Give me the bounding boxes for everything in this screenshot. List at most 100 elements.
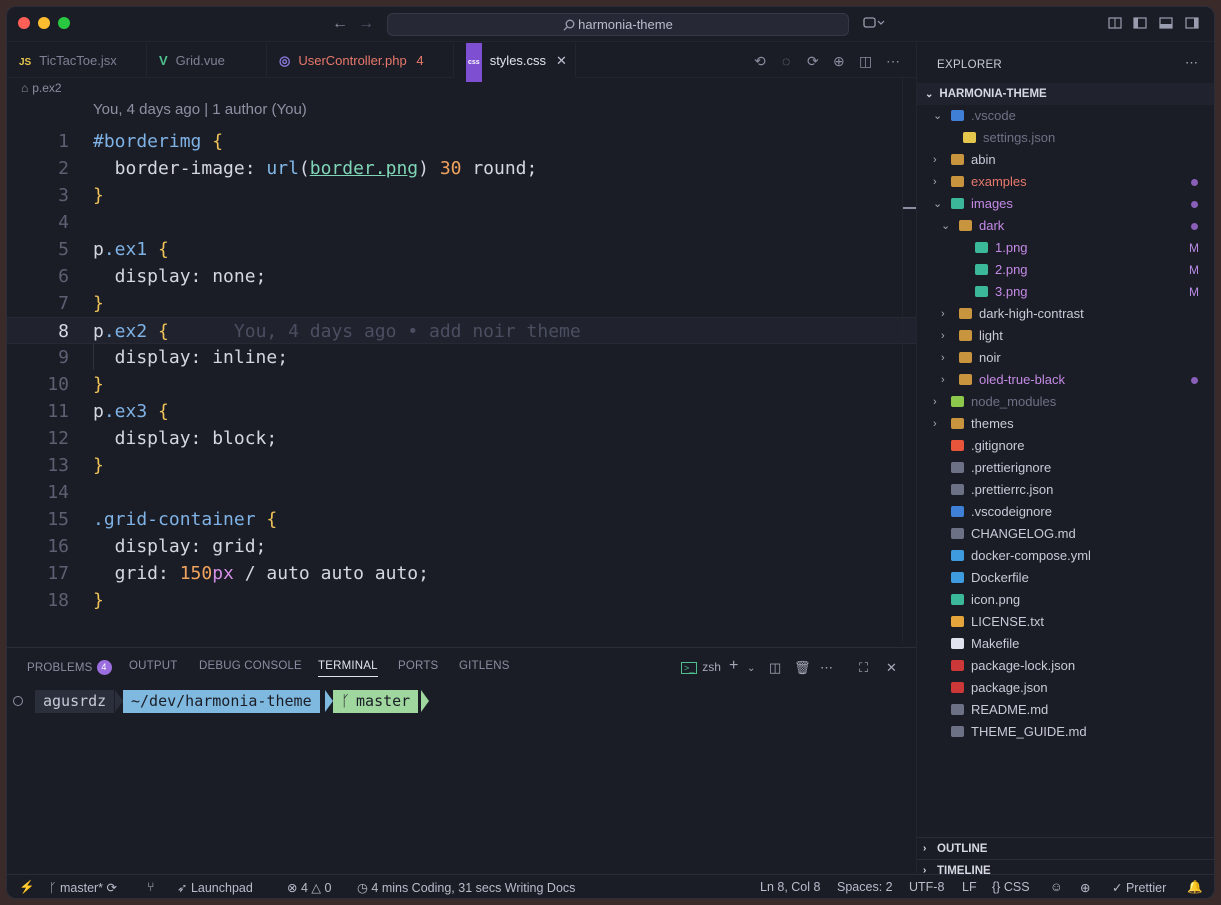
notifications-bell-icon[interactable]: 🔔 — [1187, 880, 1203, 895]
chevron-down-icon[interactable]: ⌄ — [933, 105, 942, 127]
more-actions-icon[interactable]: ⋯ — [886, 53, 900, 70]
tree-item[interactable]: .prettierignore — [917, 457, 1214, 479]
tree-item[interactable]: LICENSE.txt — [917, 611, 1214, 633]
tab-styles-css[interactable]: css styles.css ✕ — [454, 43, 576, 82]
close-panel-icon[interactable]: ✕ — [886, 660, 897, 676]
copilot-status-icon[interactable]: ☺ — [1050, 880, 1063, 894]
tab-output[interactable]: OUTPUT — [129, 660, 177, 672]
forward-arrow-icon[interactable]: → — [358, 15, 374, 33]
tree-item[interactable]: icon.png — [917, 589, 1214, 611]
tree-item[interactable]: › abin — [917, 149, 1214, 171]
previous-change-icon[interactable]: ◌ — [782, 53, 790, 69]
maximize-window-button[interactable] — [58, 17, 70, 29]
trash-icon[interactable]: 🗑 — [794, 660, 811, 676]
branch-status[interactable]: ᚴ master* ⟳ — [49, 880, 117, 895]
tree-item[interactable]: ⌄ .vscode — [917, 105, 1214, 127]
terminal-shell-selector[interactable]: >_ zsh — [681, 660, 721, 674]
split-editor-icon[interactable]: ◫ — [859, 53, 872, 70]
new-terminal-icon[interactable]: + — [729, 657, 738, 675]
tab-debug-console[interactable]: DEBUG CONSOLE — [199, 660, 302, 672]
tree-item[interactable]: ⌄ dark — [917, 215, 1214, 237]
workspace-root[interactable]: ⌄ HARMONIA-THEME — [917, 83, 1214, 105]
chevron-right-icon[interactable]: › — [933, 171, 937, 193]
tree-item[interactable]: 1.png M — [917, 237, 1214, 259]
tree-item[interactable]: .gitignore — [917, 435, 1214, 457]
chevron-right-icon[interactable]: › — [941, 303, 945, 325]
more-actions-icon[interactable]: ⋯ — [820, 660, 833, 676]
tree-item[interactable]: CHANGELOG.md — [917, 523, 1214, 545]
copilot-icon[interactable] — [863, 16, 885, 33]
tree-item[interactable]: › themes — [917, 413, 1214, 435]
chevron-right-icon[interactable]: › — [933, 391, 937, 413]
tab-grid-vue[interactable]: V Grid.vue — [147, 43, 267, 78]
tree-item[interactable]: › node_modules — [917, 391, 1214, 413]
tree-item[interactable]: docker-compose.yml — [917, 545, 1214, 567]
more-actions-icon[interactable]: ⋯ — [1185, 55, 1198, 71]
tree-item[interactable]: › examples — [917, 171, 1214, 193]
tree-item[interactable]: THEME_GUIDE.md — [917, 721, 1214, 743]
chevron-right-icon[interactable]: › — [941, 325, 945, 347]
outline-section[interactable]: › OUTLINE — [917, 837, 1214, 859]
prettier-status[interactable]: ✓ Prettier — [1112, 880, 1166, 895]
close-icon[interactable]: ✕ — [556, 53, 567, 68]
blame-header[interactable]: You, 4 days ago | 1 author (You) — [93, 101, 307, 118]
maximize-panel-icon[interactable]: ⛶ — [859, 660, 868, 676]
license-icon — [951, 616, 964, 627]
tree-item[interactable]: › oled-true-black — [917, 369, 1214, 391]
tab-terminal[interactable]: TERMINAL — [318, 660, 378, 677]
split-terminal-icon[interactable]: ◫ — [769, 660, 781, 676]
indentation-status[interactable]: Spaces: 2 — [837, 880, 893, 894]
tree-item[interactable]: 2.png M — [917, 259, 1214, 281]
tree-item[interactable]: .vscodeignore — [917, 501, 1214, 523]
breadcrumb[interactable]: ⌂ p.ex2 — [21, 81, 62, 95]
chevron-down-icon[interactable]: ⌄ — [933, 193, 942, 215]
next-change-icon[interactable]: ⟳ — [807, 53, 819, 70]
command-center-search[interactable]: harmonia-theme — [387, 13, 849, 36]
tab-gitlens[interactable]: GITLENS — [459, 660, 510, 672]
tree-item[interactable]: › dark-high-contrast — [917, 303, 1214, 325]
wakatime-status[interactable]: ◷ 4 mins Coding, 31 secs Writing Docs — [357, 880, 575, 895]
toggle-panel-icon[interactable] — [1159, 16, 1173, 33]
tree-item[interactable]: › light — [917, 325, 1214, 347]
tree-item[interactable]: settings.json — [917, 127, 1214, 149]
close-window-button[interactable] — [18, 17, 30, 29]
language-mode[interactable]: {} CSS — [992, 880, 1030, 894]
cursor-position[interactable]: Ln 8, Col 8 — [760, 880, 820, 894]
chevron-right-icon[interactable]: › — [941, 347, 945, 369]
remote-icon[interactable]: ⚡ — [19, 880, 35, 895]
tree-item[interactable]: Dockerfile — [917, 567, 1214, 589]
problems-status[interactable]: ⊗ 4 △ 0 — [287, 880, 331, 895]
tab-ports[interactable]: PORTS — [398, 660, 438, 672]
encoding-status[interactable]: UTF-8 — [909, 880, 944, 894]
launchpad-item[interactable]: ➶ Launchpad — [177, 880, 253, 895]
tree-item[interactable]: Makefile — [917, 633, 1214, 655]
gitlens-compare-icon[interactable]: ⟲ — [754, 53, 766, 70]
chevron-right-icon[interactable]: › — [941, 369, 945, 391]
tab-usercontroller[interactable]: ◎ UserController.php 4 — [267, 43, 454, 78]
chevron-down-icon[interactable]: ⌄ — [747, 663, 755, 674]
gitlens-icon[interactable]: ⑂ — [147, 880, 155, 894]
tree-item[interactable]: 3.png M — [917, 281, 1214, 303]
chevron-right-icon[interactable]: › — [933, 149, 937, 171]
customize-layout-icon[interactable] — [1108, 16, 1122, 33]
minimize-window-button[interactable] — [38, 17, 50, 29]
tree-item[interactable]: ⌄ images — [917, 193, 1214, 215]
toggle-secondary-sidebar-icon[interactable] — [1185, 16, 1199, 33]
tree-item[interactable]: .prettierrc.json — [917, 479, 1214, 501]
chevron-down-icon[interactable]: ⌄ — [941, 215, 950, 237]
tree-item[interactable]: › noir — [917, 347, 1214, 369]
tree-item[interactable]: README.md — [917, 699, 1214, 721]
editor-scrollbar[interactable] — [902, 78, 916, 643]
tab-tictactoe[interactable]: JS TicTacToe.jsx — [7, 43, 147, 78]
tab-problems[interactable]: PROBLEMS 4 — [27, 660, 112, 675]
code-editor[interactable]: You, 4 days ago | 1 author (You) 1 #borde… — [7, 97, 916, 645]
git-commit-icon[interactable]: ⊕ — [833, 53, 845, 70]
back-arrow-icon[interactable]: ← — [332, 15, 348, 33]
chevron-right-icon[interactable]: › — [933, 413, 937, 435]
toggle-primary-sidebar-icon[interactable] — [1133, 16, 1147, 33]
eol-status[interactable]: LF — [962, 880, 977, 894]
chevron-right-icon: › — [923, 843, 927, 854]
tree-item[interactable]: package-lock.json — [917, 655, 1214, 677]
tree-item[interactable]: package.json — [917, 677, 1214, 699]
gitlens-status-icon[interactable]: ⊕ — [1080, 880, 1090, 895]
